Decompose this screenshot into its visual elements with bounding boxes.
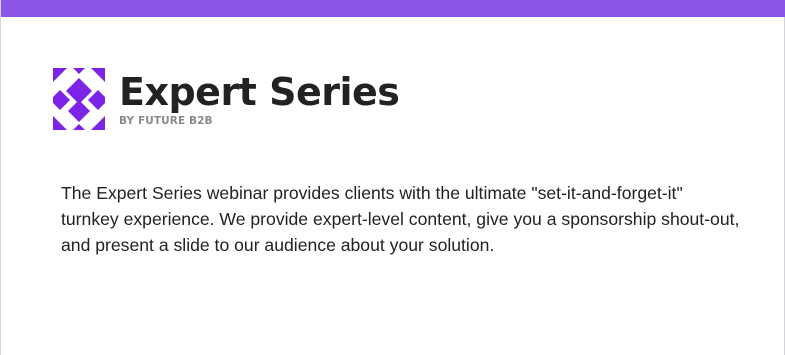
brand-text: Expert Series BY FUTURE B2B [119, 70, 400, 128]
expert-series-card: Expert Series BY FUTURE B2B The Expert S… [0, 0, 785, 355]
description-text: The Expert Series webinar provides clien… [61, 183, 740, 255]
brand-title: Expert Series [119, 70, 400, 114]
crossed-x-logo-icon [53, 68, 105, 130]
brand-header: Expert Series BY FUTURE B2B [53, 68, 400, 130]
brand-subtitle: BY FUTURE B2B [119, 115, 213, 127]
accent-top-bar [1, 0, 785, 17]
